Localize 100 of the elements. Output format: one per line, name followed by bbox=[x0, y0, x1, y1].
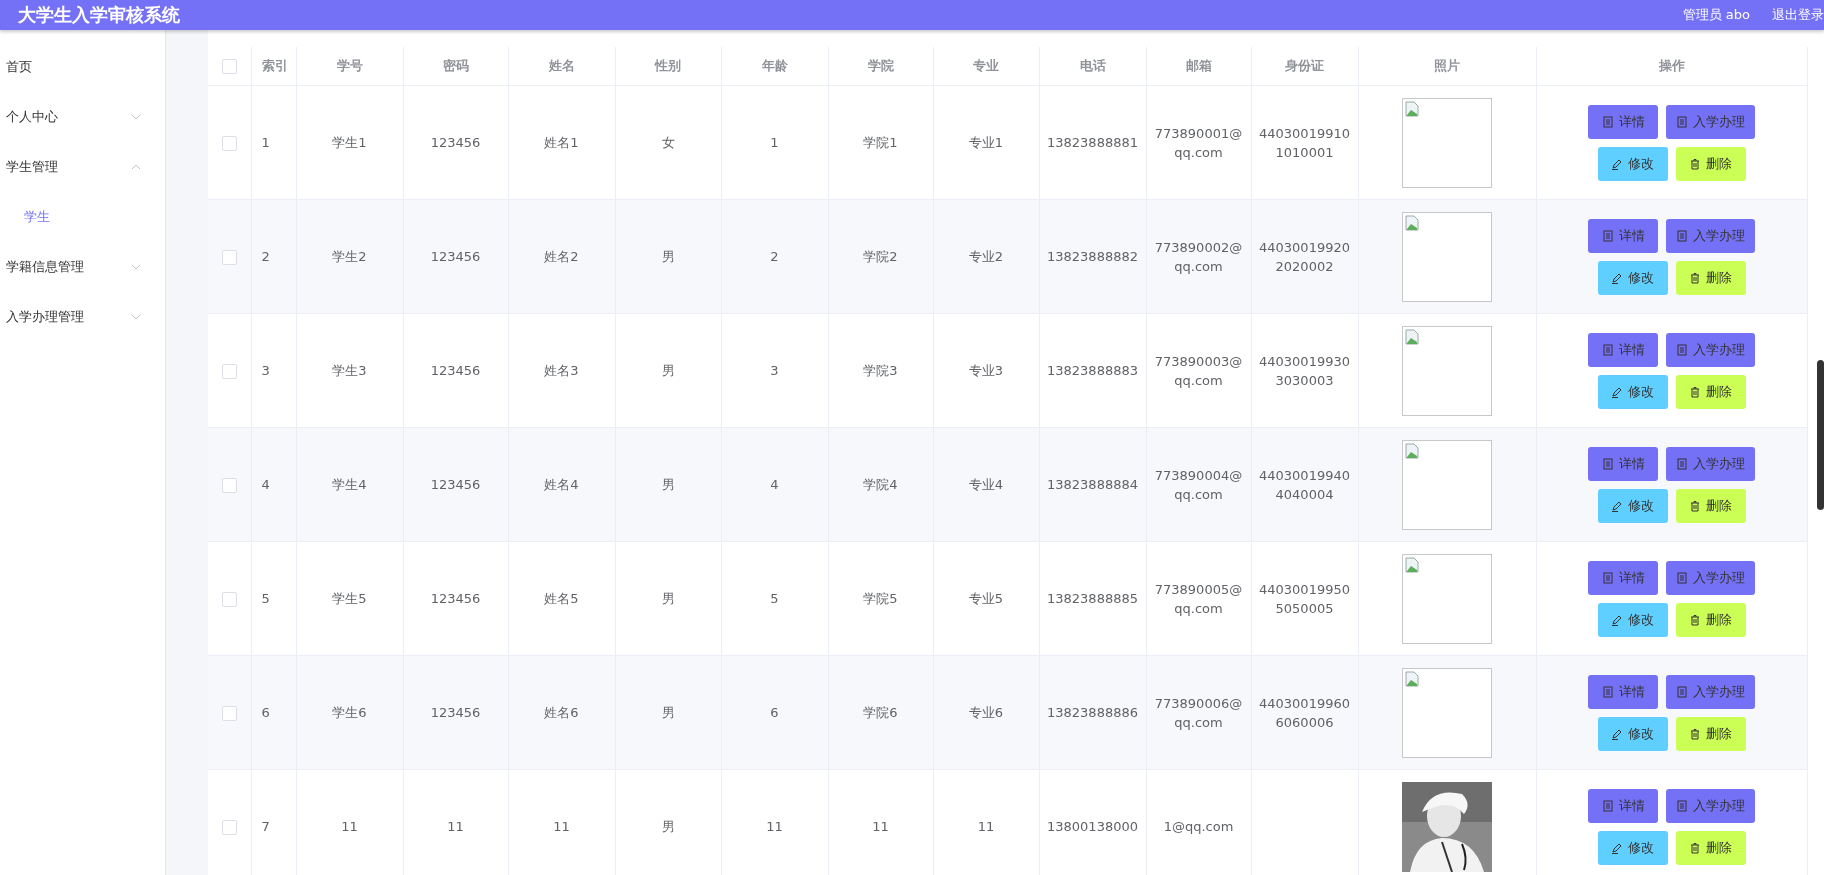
sidebar-item[interactable]: 入学办理管理 bbox=[0, 292, 165, 342]
table-cell: 专业1 bbox=[968, 135, 1004, 150]
document-icon bbox=[1676, 115, 1688, 128]
delete-button[interactable]: 删除 bbox=[1675, 260, 1746, 295]
edit-button[interactable]: 修改 bbox=[1597, 716, 1668, 751]
table-cell: 13823888884 bbox=[1047, 477, 1138, 492]
row-checkbox[interactable] bbox=[221, 136, 237, 151]
table-cell: 13823888881 bbox=[1047, 135, 1138, 150]
trash-icon bbox=[1689, 271, 1701, 284]
delete-button[interactable]: 删除 bbox=[1675, 716, 1746, 751]
pen-icon bbox=[1611, 613, 1623, 626]
row-checkbox[interactable] bbox=[221, 364, 237, 379]
table-cell: 男 bbox=[661, 249, 675, 264]
table-cell: 2 bbox=[261, 249, 270, 264]
trash-icon bbox=[1689, 841, 1701, 854]
trash-icon bbox=[1689, 499, 1701, 512]
table-cell: 姓名3 bbox=[544, 363, 579, 378]
trash-icon bbox=[1689, 385, 1701, 398]
edit-button[interactable]: 修改 bbox=[1597, 830, 1668, 865]
table-cell: 440300199101010001 bbox=[1259, 125, 1350, 160]
table-cell: 姓名6 bbox=[544, 705, 579, 720]
table-cell: 440300199303030003 bbox=[1259, 353, 1350, 388]
table-cell: 5 bbox=[261, 591, 270, 606]
table-cell: 4 bbox=[261, 477, 270, 492]
scrollbar-thumb[interactable] bbox=[1817, 360, 1824, 510]
table-cell: 773890001@qq.com bbox=[1154, 125, 1243, 160]
document-icon bbox=[1676, 343, 1688, 356]
table-cell: 男 bbox=[661, 819, 675, 834]
delete-button[interactable]: 删除 bbox=[1675, 488, 1746, 523]
logout-link[interactable]: 退出登录 bbox=[1772, 6, 1824, 24]
delete-button[interactable]: 删除 bbox=[1675, 374, 1746, 409]
table-cell: 773890003@qq.com bbox=[1154, 353, 1243, 388]
edit-button[interactable]: 修改 bbox=[1597, 260, 1668, 295]
table-cell: 学院5 bbox=[863, 591, 898, 606]
column-header: 学院 bbox=[828, 47, 933, 86]
edit-button[interactable]: 修改 bbox=[1597, 602, 1668, 637]
column-header: 身份证 bbox=[1251, 47, 1358, 86]
delete-button[interactable]: 删除 bbox=[1675, 602, 1746, 637]
document-icon bbox=[1676, 457, 1688, 470]
table-cell: 11 bbox=[341, 819, 358, 834]
broken-image-icon bbox=[1405, 556, 1419, 573]
row-checkbox[interactable] bbox=[221, 250, 237, 265]
table-cell: 440300199606060006 bbox=[1259, 695, 1350, 730]
table-cell: 专业3 bbox=[968, 363, 1004, 378]
table-cell: 男 bbox=[661, 705, 675, 720]
delete-button[interactable]: 删除 bbox=[1675, 830, 1746, 865]
user-name: 管理员 abo bbox=[1682, 6, 1750, 24]
row-checkbox[interactable] bbox=[221, 478, 237, 493]
table-cell: 学生3 bbox=[332, 363, 367, 378]
broken-image-icon bbox=[1405, 100, 1419, 117]
table-cell: 姓名1 bbox=[544, 135, 579, 150]
table-cell: 5 bbox=[770, 591, 779, 606]
sidebar-item[interactable]: 学生管理 bbox=[0, 142, 165, 192]
table-cell: 学生6 bbox=[332, 705, 367, 720]
document-icon bbox=[1601, 229, 1614, 242]
table-cell: 男 bbox=[661, 363, 675, 378]
row-checkbox[interactable] bbox=[221, 706, 237, 721]
table-cell: 11 bbox=[553, 819, 570, 834]
table-cell: 123456 bbox=[430, 705, 481, 720]
column-header: 邮箱 bbox=[1146, 47, 1251, 86]
table-cell: 7 bbox=[261, 819, 270, 834]
table-cell: 学院1 bbox=[863, 135, 898, 150]
table-cell: 女 bbox=[661, 135, 675, 150]
select-all-checkbox[interactable] bbox=[221, 59, 237, 74]
table-cell: 13823888886 bbox=[1047, 705, 1138, 720]
delete-button[interactable]: 删除 bbox=[1675, 146, 1746, 181]
table-cell: 6 bbox=[261, 705, 270, 720]
column-header: 学号 bbox=[296, 47, 403, 86]
table-cell: 姓名2 bbox=[544, 249, 579, 264]
edit-button[interactable]: 修改 bbox=[1597, 488, 1668, 523]
broken-image-icon bbox=[1405, 442, 1419, 459]
sidebar-item[interactable]: 学籍信息管理 bbox=[0, 242, 165, 292]
table-cell: 学院6 bbox=[863, 705, 898, 720]
table-cell: 专业4 bbox=[968, 477, 1004, 492]
document-icon bbox=[1601, 343, 1614, 356]
pen-icon bbox=[1611, 385, 1623, 398]
table-cell: 11 bbox=[447, 819, 464, 834]
table-cell: 姓名5 bbox=[544, 591, 579, 606]
table-cell: 学院3 bbox=[863, 363, 898, 378]
table-cell: 13800138000 bbox=[1047, 819, 1138, 834]
edit-button[interactable]: 修改 bbox=[1597, 146, 1668, 181]
app-title: 大学生入学审核系统 bbox=[18, 3, 181, 27]
table-cell: 1@qq.com bbox=[1163, 819, 1234, 834]
table-cell: 学生4 bbox=[332, 477, 367, 492]
table-cell: 专业2 bbox=[968, 249, 1004, 264]
row-checkbox[interactable] bbox=[221, 592, 237, 607]
table-cell: 13823888882 bbox=[1047, 249, 1138, 264]
table-cell: 专业6 bbox=[968, 705, 1004, 720]
column-header: 性别 bbox=[615, 47, 721, 86]
row-checkbox[interactable] bbox=[221, 820, 237, 835]
table-cell: 4 bbox=[770, 477, 779, 492]
sidebar-item[interactable]: 个人中心 bbox=[0, 92, 165, 142]
sidebar-item[interactable]: 首页 bbox=[0, 42, 165, 92]
table-cell: 773890006@qq.com bbox=[1154, 695, 1243, 730]
table-cell: 123456 bbox=[430, 135, 481, 150]
sidebar-subitem[interactable]: 学生 bbox=[0, 192, 165, 242]
pen-icon bbox=[1611, 727, 1623, 740]
table-cell: 1 bbox=[770, 135, 779, 150]
table-cell: 773890004@qq.com bbox=[1154, 467, 1243, 502]
edit-button[interactable]: 修改 bbox=[1597, 374, 1668, 409]
